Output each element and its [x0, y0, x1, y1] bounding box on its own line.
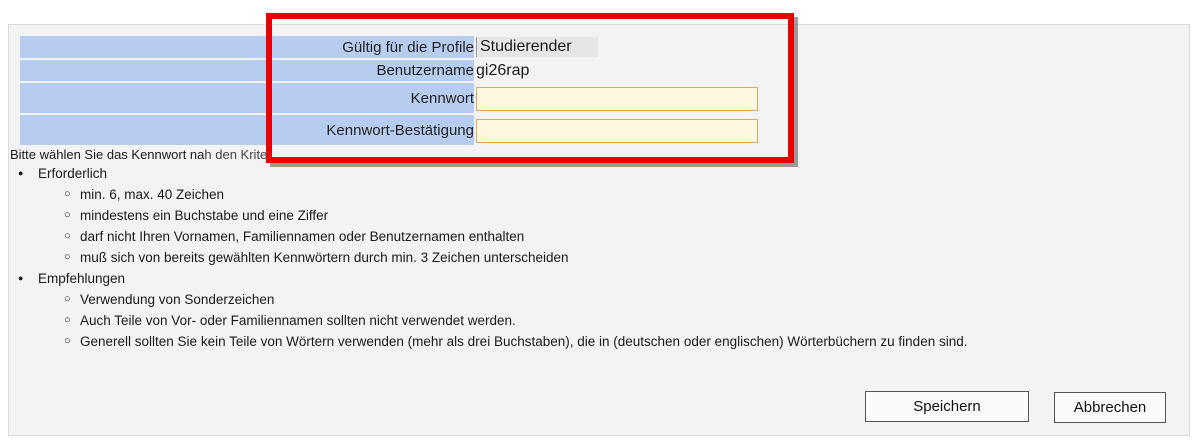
password-input[interactable] — [476, 86, 758, 111]
password-form: Gültig für die Profile Studierender Benu… — [20, 34, 758, 147]
save-button[interactable]: Speichern — [865, 391, 1029, 422]
list-item: mindestens ein Buchstabe und eine Ziffer — [38, 205, 967, 226]
list-item: Generell sollten Sie kein Teile von Wört… — [38, 331, 967, 352]
list-item: darf nicht Ihren Vornamen, Familiennamen… — [38, 226, 967, 247]
intro-text: Bitte wählen Sie das Kennwort na — [10, 147, 205, 162]
password-confirm-label: Kennwort-Bestätigung — [20, 115, 474, 145]
username-label: Benutzername — [20, 60, 474, 81]
recommended-list: Verwendung von Sonderzeichen Auch Teile … — [38, 289, 967, 352]
rules-required: Erforderlich min. 6, max. 40 Zeichen min… — [14, 163, 967, 268]
recommended-title: Empfehlungen — [38, 271, 126, 286]
username-value: gi26rap — [476, 61, 530, 79]
password-rules: Erforderlich min. 6, max. 40 Zeichen min… — [14, 163, 967, 352]
instructions-intro: Bitte wählen Sie das Kennwort nah den Kr… — [10, 147, 272, 162]
rules-recommended: Empfehlungen Verwendung von Sonderzeiche… — [14, 268, 967, 352]
profile-row: Gültig für die Profile Studierender — [20, 36, 758, 58]
password-confirm-row: Kennwort-Bestätigung — [20, 115, 758, 145]
password-row: Kennwort — [20, 83, 758, 113]
list-item: min. 6, max. 40 Zeichen — [38, 184, 967, 205]
profile-label: Gültig für die Profile — [20, 36, 474, 58]
list-item: Verwendung von Sonderzeichen — [38, 289, 967, 310]
list-item: Auch Teile von Vor- oder Familiennamen s… — [38, 310, 967, 331]
list-item: muß sich von bereits gewählten Kennwörte… — [38, 247, 967, 268]
password-confirm-input[interactable] — [476, 118, 758, 143]
password-label: Kennwort — [20, 83, 474, 113]
cancel-button[interactable]: Abbrechen — [1054, 392, 1166, 423]
intro-text-hidden: h den Kriter — [204, 147, 272, 162]
profile-value: Studierender — [476, 37, 598, 57]
username-row: Benutzername gi26rap — [20, 60, 758, 81]
required-title: Erforderlich — [38, 166, 108, 181]
required-list: min. 6, max. 40 Zeichen mindestens ein B… — [38, 184, 967, 268]
